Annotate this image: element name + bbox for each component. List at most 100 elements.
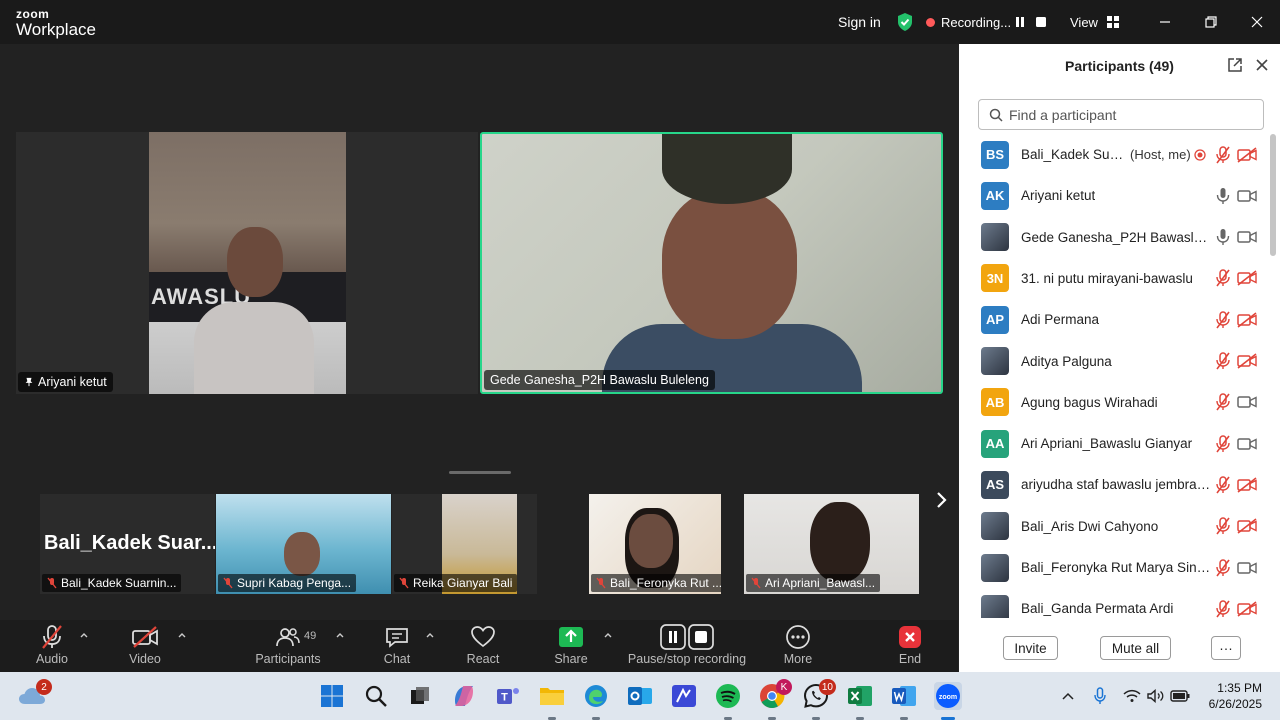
pause-stop-recording-button[interactable]: Pause/stop recording (626, 620, 748, 672)
participant-name: Agung bagus Wirahadi (1021, 394, 1158, 410)
copilot-app[interactable] (450, 682, 478, 710)
video-options-caret-icon[interactable] (177, 630, 187, 640)
whatsapp-app[interactable]: 10 (802, 679, 836, 720)
filmstrip-next-button[interactable] (930, 488, 952, 512)
resize-handle[interactable] (449, 471, 511, 474)
video-off-icon[interactable] (1237, 270, 1257, 287)
stop-recording-button[interactable] (1034, 0, 1048, 44)
view-button[interactable]: View (1070, 0, 1120, 44)
word-app[interactable] (890, 682, 918, 720)
mic-icon[interactable] (1215, 187, 1231, 205)
filmstrip-tile[interactable]: Bali_Kadek Suar... Bali_Kadek Suarnin... (40, 494, 215, 594)
minimize-button[interactable] (1142, 0, 1188, 44)
pop-out-button[interactable] (1227, 57, 1243, 78)
video-off-icon[interactable] (1237, 601, 1257, 617)
participants-options-caret-icon[interactable] (335, 630, 345, 640)
search-taskbar-button[interactable] (362, 682, 390, 710)
vscode-like-app[interactable] (670, 682, 698, 710)
video-icon[interactable] (1237, 560, 1257, 576)
video-tile-active-speaker[interactable]: Gede Ganesha_P2H Bawaslu Buleleng (480, 132, 943, 394)
file-explorer-app[interactable] (538, 682, 566, 720)
mute-all-button[interactable]: Mute all (1100, 636, 1171, 660)
pin-icon (25, 377, 33, 387)
recording-indicator[interactable]: Recording... (926, 0, 1011, 44)
restore-button[interactable] (1188, 0, 1234, 44)
participant-list-scrollbar[interactable] (1270, 134, 1276, 256)
mic-muted-icon[interactable] (1215, 352, 1231, 370)
participant-row[interactable]: Bali_Aris Dwi Cahyono (959, 506, 1269, 547)
participant-row[interactable]: Gede Ganesha_P2H Bawaslu Bul... (959, 217, 1269, 258)
sign-in-button[interactable]: Sign in (838, 0, 881, 44)
mic-muted-icon[interactable] (1215, 434, 1231, 453)
video-icon[interactable] (1237, 229, 1257, 245)
video-icon[interactable] (1237, 188, 1257, 204)
close-window-button[interactable] (1234, 0, 1280, 44)
close-panel-button[interactable] (1255, 58, 1269, 77)
chat-button[interactable]: Chat (380, 620, 414, 672)
participant-search[interactable] (978, 99, 1264, 130)
mic-muted-icon[interactable] (1215, 517, 1231, 535)
audio-options-caret-icon[interactable] (79, 630, 89, 640)
spotify-app[interactable] (714, 682, 742, 720)
task-view-button[interactable] (406, 682, 434, 710)
mic-muted-icon[interactable] (1215, 145, 1231, 164)
video-off-icon[interactable] (1237, 312, 1257, 328)
outlook-app[interactable] (626, 682, 654, 710)
microphone-tray[interactable] (1090, 686, 1110, 706)
excel-app[interactable] (846, 682, 874, 720)
volume-tray[interactable] (1146, 686, 1166, 706)
edge-app[interactable] (582, 682, 610, 720)
filmstrip-tile[interactable]: Bali_Feronyka Rut ... (589, 494, 721, 594)
pause-recording-button[interactable] (1013, 0, 1027, 44)
participant-row[interactable]: Aditya Palguna (959, 341, 1269, 382)
mic-muted-icon[interactable] (1215, 269, 1231, 287)
more-options-button[interactable]: ··· (1211, 636, 1241, 660)
zoom-app[interactable]: zoom (934, 682, 962, 720)
chrome-app[interactable]: K (758, 679, 792, 720)
wifi-tray[interactable] (1122, 686, 1142, 706)
battery-tray[interactable] (1170, 686, 1190, 706)
participant-row[interactable]: BS Bali_Kadek Suar... (Host, me) (959, 134, 1269, 175)
more-button[interactable]: More (780, 620, 816, 672)
share-options-caret-icon[interactable] (603, 630, 613, 640)
mic-muted-icon[interactable] (1215, 600, 1231, 618)
mic-muted-icon[interactable] (1215, 558, 1231, 577)
filmstrip-tile[interactable]: P O Ari Apriani_Bawasl... (744, 494, 919, 594)
search-input[interactable] (1009, 106, 1249, 123)
filmstrip-tile[interactable]: Reika Gianyar Bali (392, 494, 537, 594)
weather-widget[interactable]: 2 (18, 679, 52, 710)
filmstrip-tile[interactable]: Supri Kabag Penga... (216, 494, 391, 594)
mic-muted-icon[interactable] (1215, 310, 1231, 329)
participant-row[interactable]: AK Ariyani ketut (959, 175, 1269, 216)
video-off-icon[interactable] (1237, 518, 1257, 534)
security-shield-icon[interactable] (896, 0, 914, 44)
video-button[interactable]: Video (125, 620, 165, 672)
participant-row[interactable]: AB Agung bagus Wirahadi (959, 382, 1269, 423)
show-hidden-icons-button[interactable] (1058, 686, 1078, 706)
teams-app[interactable]: T (494, 682, 522, 710)
participant-row[interactable]: Bali_Feronyka Rut Marya Sinmb... (959, 547, 1269, 588)
audio-button[interactable]: Audio (32, 620, 72, 672)
video-off-icon[interactable] (1237, 146, 1257, 163)
start-button[interactable] (318, 682, 346, 710)
video-off-icon[interactable] (1237, 477, 1257, 493)
mic-muted-icon[interactable] (1215, 393, 1231, 411)
system-clock[interactable]: 1:35 PM 6/26/2025 (1196, 680, 1262, 712)
participant-row[interactable]: Bali_Ganda Permata Ardi (959, 588, 1269, 618)
mic-muted-icon[interactable] (1215, 476, 1231, 494)
end-meeting-button[interactable]: End (894, 620, 926, 672)
video-icon[interactable] (1237, 394, 1257, 410)
participant-row[interactable]: 3N 31. ni putu mirayani-bawaslu (959, 258, 1269, 299)
participant-row[interactable]: AP Adi Permana (959, 299, 1269, 340)
video-tile-ariyani[interactable]: AWASLU Ariyani ketut (16, 132, 478, 394)
participant-row[interactable]: AS ariyudha staf bawaslu jembrana (959, 464, 1269, 505)
video-icon[interactable] (1237, 436, 1257, 452)
participant-row[interactable]: AA Ari Apriani_Bawaslu Gianyar (959, 423, 1269, 464)
share-button[interactable]: Share (552, 620, 590, 672)
mic-icon[interactable] (1215, 228, 1231, 246)
video-off-icon[interactable] (1237, 353, 1257, 369)
react-button[interactable]: React (464, 620, 502, 672)
chat-options-caret-icon[interactable] (425, 630, 435, 640)
participants-button[interactable]: Participants (252, 620, 324, 672)
invite-button[interactable]: Invite (1003, 636, 1058, 660)
